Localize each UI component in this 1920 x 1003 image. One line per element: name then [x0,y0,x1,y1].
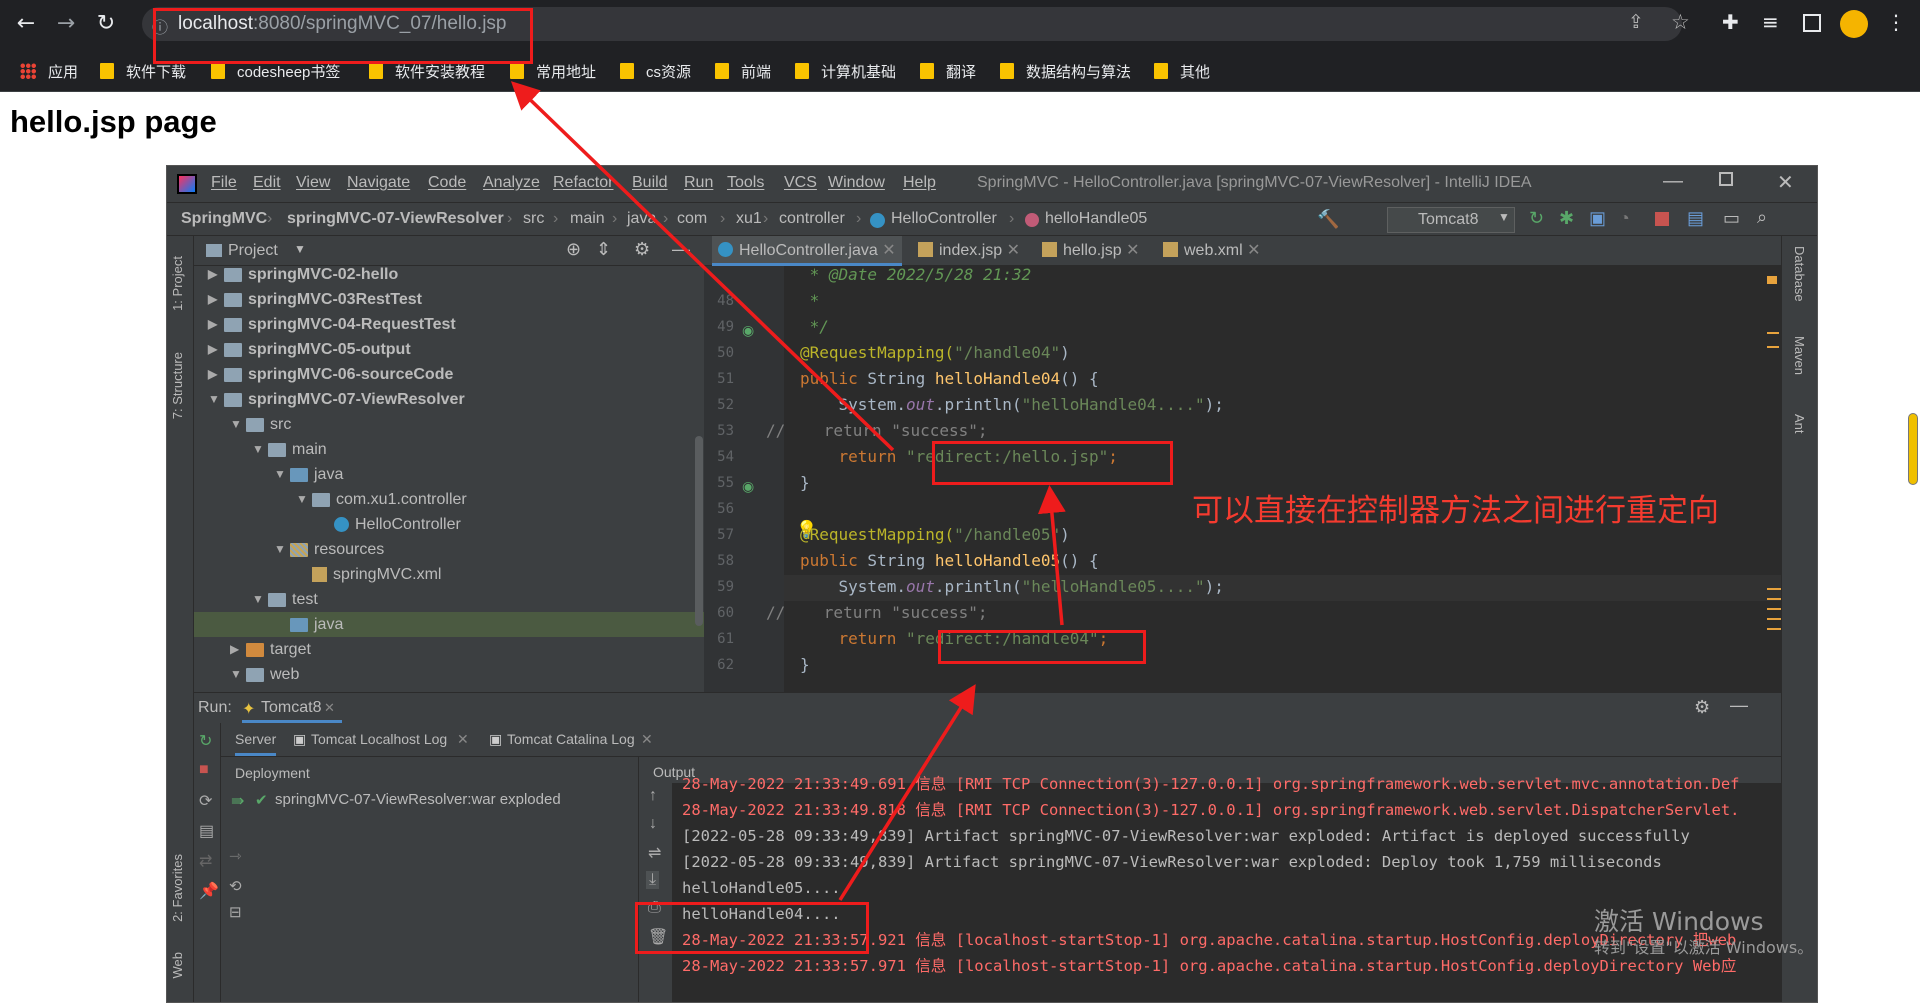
arrow-to-redirect-handle04 [838,684,976,901]
activation-watermark-subtitle: 转到"设置"以激活 Windows。 [1594,938,1814,957]
activation-watermark-title: 激活 Windows [1594,907,1764,936]
page-scrollbar[interactable] [1908,413,1918,485]
annotation-text: 可以直接在控制器方法之间进行重定向 [1192,493,1719,529]
arrow-to-url [510,81,895,452]
arrow-to-redirect-hello [1037,485,1066,626]
